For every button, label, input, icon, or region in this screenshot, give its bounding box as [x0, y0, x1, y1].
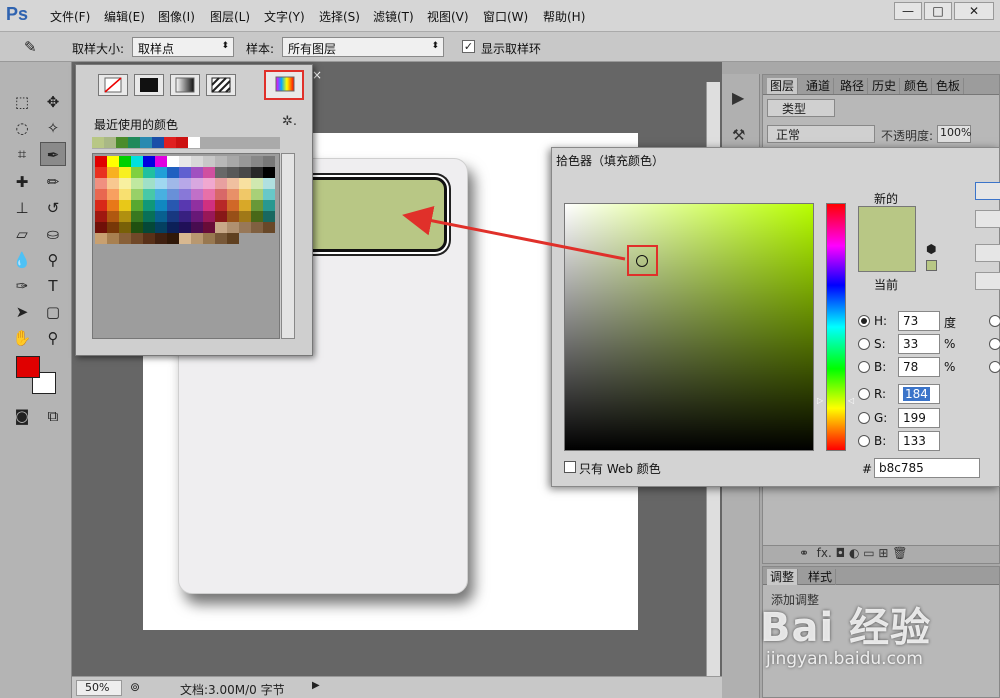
annotation-arrow	[402, 205, 626, 261]
